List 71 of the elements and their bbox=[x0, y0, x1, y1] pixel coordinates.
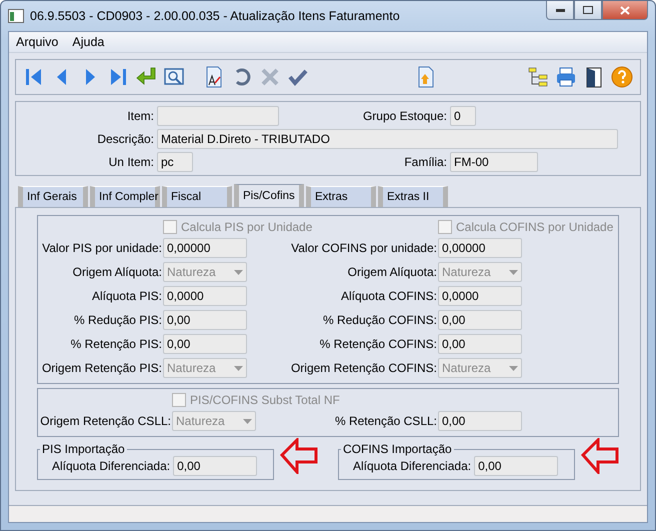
cancel-icon bbox=[259, 66, 281, 88]
help-icon bbox=[611, 66, 633, 88]
tab[interactable]: Extras bbox=[306, 186, 376, 207]
input-field[interactable]: pc bbox=[157, 152, 193, 172]
field-label: Alíquota Diferenciada: bbox=[52, 459, 170, 473]
app-icon bbox=[8, 9, 24, 23]
caret-icon bbox=[243, 418, 252, 424]
field-label: Origem Retenção CSLL: bbox=[39, 414, 171, 428]
field-label: Origem Retenção PIS: bbox=[40, 361, 162, 375]
input-field[interactable]: 0,0000 bbox=[163, 286, 247, 306]
input-field[interactable]: 0,00 bbox=[173, 456, 258, 476]
tab[interactable]: Fiscal bbox=[162, 186, 232, 207]
input-field[interactable]: Material D.Direto - TRIBUTADO bbox=[157, 129, 618, 149]
input-field[interactable]: 0,00 bbox=[438, 334, 522, 354]
field-label: Valor PIS por unidade: bbox=[41, 241, 162, 255]
input-field[interactable] bbox=[157, 106, 279, 126]
checkbox-label: PIS/COFINS Subst Total NF bbox=[190, 393, 340, 407]
caret-icon bbox=[509, 366, 518, 370]
window-title: 06.9.5503 - CD0903 - 2.00.00.035 - Atualização Itens Faturamento bbox=[30, 9, 400, 23]
input-field[interactable]: 0,00 bbox=[163, 310, 247, 330]
close-icon bbox=[620, 6, 630, 14]
input-field[interactable]: FM-00 bbox=[450, 152, 538, 172]
group-title: COFINS Importação bbox=[342, 442, 453, 456]
left-arrow-icon bbox=[581, 438, 619, 474]
field-label: % Retenção COFINS: bbox=[318, 337, 437, 351]
printer-icon bbox=[555, 66, 577, 88]
field-label: Origem Retenção COFINS: bbox=[290, 361, 437, 375]
tab[interactable]: Extras II bbox=[378, 186, 448, 207]
group-title: PIS Importação bbox=[41, 442, 126, 456]
tab[interactable]: Inf Gerais bbox=[18, 186, 88, 207]
field-label: Alíquota PIS: bbox=[90, 289, 162, 303]
caret-icon bbox=[509, 270, 518, 274]
field-label: % Retenção PIS: bbox=[70, 337, 162, 351]
input-field[interactable]: 0 bbox=[450, 106, 476, 126]
minimize-icon bbox=[556, 8, 564, 12]
minimize-button[interactable] bbox=[546, 1, 574, 20]
checkbox-label: Calcula PIS por Unidade bbox=[181, 220, 312, 234]
field-label: Família: bbox=[403, 155, 447, 169]
field-label: Un Item: bbox=[108, 155, 154, 169]
input-field[interactable]: 0,00 bbox=[438, 310, 522, 330]
left-arrow-icon bbox=[280, 438, 318, 474]
maximize-button[interactable] bbox=[574, 1, 602, 20]
close-button[interactable] bbox=[602, 1, 648, 20]
field-label: Item: bbox=[126, 109, 154, 123]
menu-item[interactable]: Ajuda bbox=[72, 35, 104, 49]
preview-icon bbox=[163, 66, 185, 88]
input-field[interactable]: 0,00000 bbox=[163, 238, 247, 258]
checkbox-label: Calcula COFINS por Unidade bbox=[456, 220, 614, 234]
help-button[interactable] bbox=[610, 64, 634, 90]
caret-icon bbox=[234, 270, 243, 274]
input-field[interactable]: 0,00 bbox=[438, 411, 522, 431]
field-label: Descrição: bbox=[96, 132, 154, 146]
tree-icon bbox=[527, 66, 549, 88]
menu-item[interactable]: Arquivo bbox=[16, 35, 58, 49]
field-label: % Redução PIS: bbox=[72, 313, 162, 327]
tab[interactable]: Pis/Cofins bbox=[234, 184, 304, 207]
field-label: % Retenção CSLL: bbox=[334, 414, 437, 428]
input-field[interactable]: 0,00 bbox=[163, 334, 247, 354]
field-label: Alíquota Diferenciada: bbox=[353, 459, 472, 473]
field-label: Origem Alíquota: bbox=[346, 265, 437, 279]
input-field[interactable]: 0,0000 bbox=[438, 286, 522, 306]
field-label: % Redução COFINS: bbox=[322, 313, 437, 327]
field-label: Alíquota COFINS: bbox=[340, 289, 437, 303]
input-field[interactable]: 0,00000 bbox=[438, 238, 522, 258]
maximize-icon bbox=[583, 6, 593, 14]
tab[interactable]: Inf Compler bbox=[90, 186, 160, 207]
caret-icon bbox=[234, 366, 243, 370]
field-label: Valor COFINS por unidade: bbox=[290, 241, 437, 255]
field-label: Origem Alíquota: bbox=[72, 265, 162, 279]
input-field[interactable]: 0,00 bbox=[474, 456, 558, 476]
field-label: Grupo Estoque: bbox=[362, 109, 447, 123]
